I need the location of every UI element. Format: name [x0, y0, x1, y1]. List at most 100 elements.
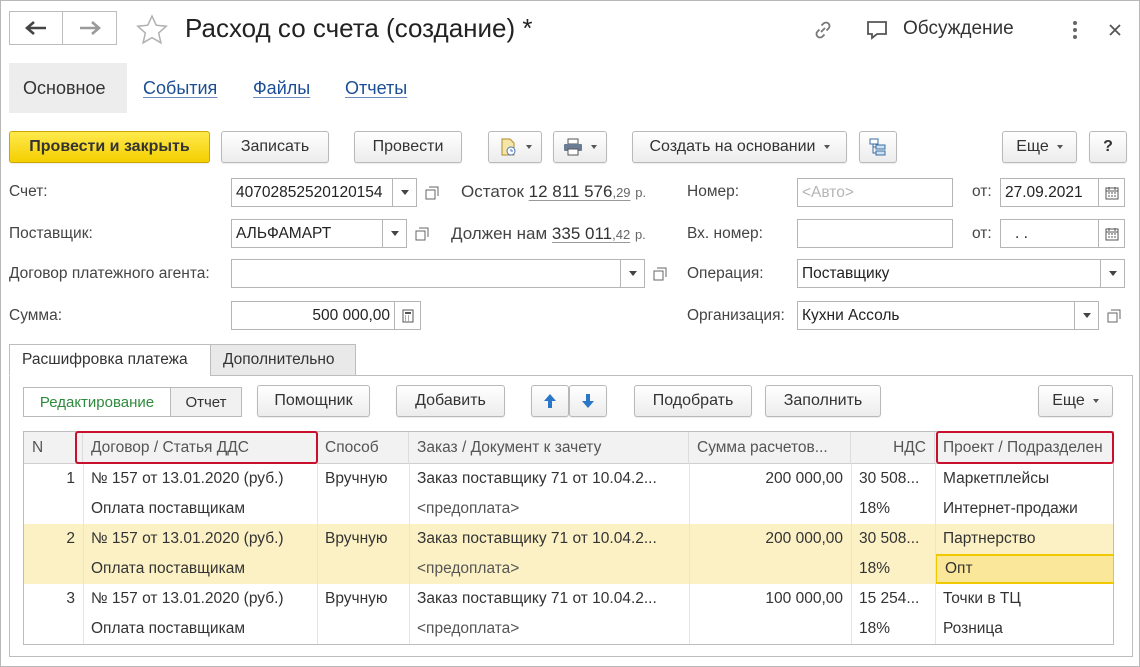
discussion-label[interactable]: Обсуждение [903, 18, 1014, 40]
order-cell[interactable]: Заказ поставщику 71 от 10.04.2... [409, 464, 689, 494]
column-header-method[interactable]: Способ [317, 432, 409, 464]
more-button[interactable]: Еще [1002, 131, 1077, 163]
contract-cell[interactable]: № 157 от 13.01.2020 (руб.) [83, 584, 317, 614]
operation-field[interactable]: Поставщику [797, 259, 1101, 288]
method-cell[interactable]: Вручную [317, 464, 409, 494]
article-cell[interactable]: Оплата поставщикам [83, 614, 317, 644]
assistant-button[interactable]: Помощник [257, 385, 370, 417]
supplier-field[interactable]: АЛЬФАМАРТ [231, 219, 383, 248]
column-header-sum[interactable]: Сумма расчетов... [689, 432, 851, 464]
structure-button[interactable] [859, 131, 897, 163]
article-cell[interactable]: Оплата поставщикам [83, 494, 317, 524]
document-cell[interactable]: <предоплата> [409, 614, 689, 644]
project-cell[interactable]: Маркетплейсы [935, 464, 1113, 494]
calculator-button[interactable] [395, 301, 421, 330]
print-dropdown-button[interactable] [553, 131, 607, 163]
method-cell[interactable]: Вручную [317, 584, 409, 614]
account-open-button[interactable] [420, 178, 444, 207]
balance-value[interactable]: 12 811 576,29 [529, 182, 631, 201]
table-row-selected[interactable]: 2 № 157 от 13.01.2020 (руб.) Оплата пост… [24, 524, 1113, 584]
sum-cell[interactable]: 200 000,00 [689, 464, 851, 494]
project-cell[interactable]: Партнерство [935, 524, 1113, 554]
organization-field[interactable]: Кухни Ассоль [797, 301, 1075, 330]
table-more-button[interactable]: Еще [1038, 385, 1113, 417]
move-up-button[interactable] [531, 385, 569, 417]
contract-cell[interactable]: № 157 от 13.01.2020 (руб.) [83, 464, 317, 494]
incoming-date-field[interactable]: . . [1000, 219, 1099, 248]
sum-cell[interactable]: 100 000,00 [689, 584, 851, 614]
vat-rate-cell[interactable]: 18% [851, 554, 935, 584]
save-button[interactable]: Записать [221, 131, 329, 163]
division-cell-active[interactable]: Опт [935, 554, 1113, 584]
fill-button[interactable]: Заполнить [765, 385, 881, 417]
create-based-on-button[interactable]: Создать на основании [632, 131, 847, 163]
edit-mode-toggle[interactable]: Редактирование [23, 387, 171, 417]
division-cell[interactable]: Розница [935, 614, 1113, 644]
account-dropdown-icon[interactable] [393, 178, 417, 207]
vat-rate-cell[interactable]: 18% [851, 614, 935, 644]
column-header-project[interactable]: Проект / Подразделен [935, 432, 1113, 464]
post-button[interactable]: Провести [354, 131, 462, 163]
contract-cell[interactable]: № 157 от 13.01.2020 (руб.) [83, 524, 317, 554]
number-field[interactable]: <Авто> [797, 178, 953, 207]
pick-button[interactable]: Подобрать [634, 385, 752, 417]
order-cell[interactable]: Заказ поставщику 71 от 10.04.2... [409, 584, 689, 614]
add-row-button[interactable]: Добавить [396, 385, 505, 417]
table-row[interactable]: 3 № 157 от 13.01.2020 (руб.) Оплата пост… [24, 584, 1113, 644]
tab-payment-details[interactable]: Расшифровка платежа [9, 344, 211, 376]
agent-contract-open-button[interactable] [648, 259, 672, 288]
link-icon[interactable] [811, 18, 835, 42]
vat-sum-cell[interactable]: 30 508... [851, 464, 935, 494]
account-field[interactable]: 40702852520120154 [231, 178, 393, 207]
discussion-icon[interactable] [865, 18, 889, 42]
section-reports[interactable]: Отчеты [345, 63, 407, 113]
organization-dropdown-icon[interactable] [1075, 301, 1099, 330]
organization-open-button[interactable] [1102, 301, 1126, 330]
sum-cell[interactable]: 200 000,00 [689, 524, 851, 554]
section-events[interactable]: События [143, 63, 217, 113]
journal-dropdown-button[interactable] [488, 131, 542, 163]
help-button[interactable]: ? [1089, 131, 1127, 163]
column-header-order[interactable]: Заказ / Документ к зачету [409, 432, 689, 464]
column-header-n[interactable]: N [24, 432, 83, 464]
agent-contract-field[interactable] [231, 259, 621, 288]
supplier-dropdown-icon[interactable] [383, 219, 407, 248]
section-files[interactable]: Файлы [253, 63, 310, 113]
column-divider [317, 464, 318, 644]
vat-sum-cell[interactable]: 15 254... [851, 584, 935, 614]
incoming-number-field[interactable] [797, 219, 953, 248]
document-cell[interactable]: <предоплата> [409, 494, 689, 524]
division-cell[interactable]: Интернет-продажи [935, 494, 1113, 524]
operation-dropdown-icon[interactable] [1101, 259, 1125, 288]
vat-rate-cell[interactable]: 18% [851, 494, 935, 524]
method-cell[interactable]: Вручную [317, 524, 409, 554]
project-cell[interactable]: Точки в ТЦ [935, 584, 1113, 614]
agent-contract-dropdown-icon[interactable] [621, 259, 645, 288]
report-mode-toggle[interactable]: Отчет [170, 387, 242, 417]
incoming-date-calendar-button[interactable] [1099, 219, 1125, 248]
debt-info: Должен нам 335 011,42 р. [451, 224, 646, 244]
table-row[interactable]: 1 № 157 от 13.01.2020 (руб.) Оплата пост… [24, 464, 1113, 524]
balance-int: 12 811 576 [528, 182, 613, 201]
tab-additional[interactable]: Дополнительно [210, 344, 356, 376]
order-cell[interactable]: Заказ поставщику 71 от 10.04.2... [409, 524, 689, 554]
amount-field[interactable]: 500 000,00 [231, 301, 395, 330]
post-and-close-button[interactable]: Провести и закрыть [9, 131, 210, 163]
document-cell[interactable]: <предоплата> [409, 554, 689, 584]
vat-sum-cell[interactable]: 30 508... [851, 524, 935, 554]
column-header-contract[interactable]: Договор / Статья ДДС [83, 432, 317, 464]
date-calendar-button[interactable] [1099, 178, 1125, 207]
column-header-vat[interactable]: НДС [851, 432, 935, 464]
move-down-button[interactable] [569, 385, 607, 417]
favorite-star-icon[interactable] [135, 13, 169, 47]
article-cell[interactable]: Оплата поставщикам [83, 554, 317, 584]
close-icon[interactable] [1103, 18, 1127, 42]
supplier-open-button[interactable] [410, 219, 434, 248]
forward-button[interactable] [63, 11, 117, 45]
section-main[interactable]: Основное [9, 63, 127, 113]
back-button[interactable] [9, 11, 63, 45]
more-vertical-icon[interactable] [1063, 18, 1087, 42]
date-field[interactable]: 27.09.2021 [1000, 178, 1099, 207]
debt-value[interactable]: 335 011,42 [552, 224, 630, 243]
operation-label: Операция: [687, 265, 764, 282]
